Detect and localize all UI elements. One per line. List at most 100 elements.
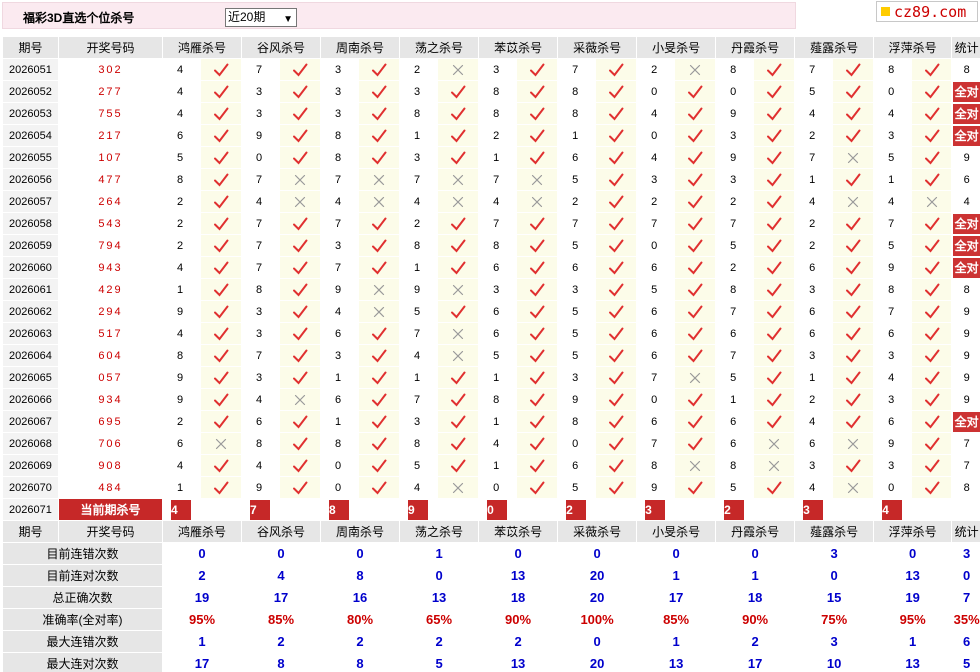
kill-value-cell: 9 xyxy=(873,432,913,455)
kill-value-cell: 6 xyxy=(794,300,834,323)
kill-value-cell: 3 xyxy=(794,454,834,477)
period-select[interactable]: 近20期 ▼ xyxy=(225,8,297,27)
current-kill-cell: 3 xyxy=(794,498,875,521)
kill-value-cell: 3 xyxy=(794,344,834,367)
check-icon xyxy=(687,436,703,452)
check-icon xyxy=(924,128,940,144)
kill-value-cell: 3 xyxy=(478,278,518,301)
result-mark-cell xyxy=(911,146,953,169)
result-mark-cell xyxy=(358,146,401,169)
check-icon xyxy=(292,348,308,364)
result-mark-cell xyxy=(832,212,875,235)
top-bar: 福彩3D直选个位杀号 近20期 ▼ cz89.com xyxy=(0,0,980,33)
kill-value-cell: 2 xyxy=(399,58,439,81)
check-icon xyxy=(924,304,940,320)
result-mark-cell xyxy=(358,476,401,499)
result-mark-cell xyxy=(832,124,875,147)
kill-value-cell: 4 xyxy=(241,454,281,477)
header-expert-8: 丹霞杀号 xyxy=(715,36,796,59)
kill-value-cell: 8 xyxy=(478,102,518,125)
result-mark-cell xyxy=(753,80,796,103)
kill-value-cell: 4 xyxy=(794,476,834,499)
check-icon xyxy=(924,436,940,452)
kill-value-cell: 4 xyxy=(478,190,518,213)
page-title: 福彩3D直选个位杀号 xyxy=(23,11,135,25)
site-logo[interactable]: cz89.com xyxy=(876,1,978,22)
result-mark-cell xyxy=(832,278,875,301)
stats-row: 最大连对次数 17 8 8 5 13 20 13 17 10 13 5 xyxy=(2,652,980,672)
stats-row: 准确率(全对率) 95% 85% 80% 65% 90% 100% 85% 90% 75% 95% 3… xyxy=(2,608,980,631)
result-mark-cell xyxy=(911,344,953,367)
kill-value-cell: 8 xyxy=(636,454,676,477)
check-icon xyxy=(924,282,940,298)
draw-numbers-cell: 695 xyxy=(58,410,163,433)
kill-value-cell: 4 xyxy=(399,190,439,213)
stats-value: 15 xyxy=(794,586,875,609)
kill-value-cell: 7 xyxy=(399,388,439,411)
result-mark-cell xyxy=(595,344,638,367)
stats-value: 17 xyxy=(241,586,322,609)
kill-number-table: 期号 开奖号码 鸿雁杀号 谷风杀号 周南杀号 荡之杀号 苯苡杀号 采薇杀号 小旻… xyxy=(2,36,980,672)
result-mark-cell xyxy=(199,102,243,125)
stats-value: 0 xyxy=(557,542,638,565)
check-icon xyxy=(371,392,387,408)
stats-value: 19 xyxy=(873,586,953,609)
stats-value: 13 xyxy=(873,564,953,587)
kill-value-cell: 7 xyxy=(399,322,439,345)
cross-icon xyxy=(687,370,703,386)
result-mark-cell xyxy=(358,454,401,477)
cross-icon xyxy=(371,304,387,320)
result-mark-cell xyxy=(911,410,953,433)
check-icon xyxy=(924,260,940,276)
chevron-down-icon: ▼ xyxy=(283,14,293,25)
stats-value: 17 xyxy=(715,652,796,672)
kill-value-cell: 4 xyxy=(873,366,913,389)
kill-value-cell: 5 xyxy=(715,476,755,499)
kill-value-cell: 8 xyxy=(399,102,439,125)
result-mark-cell xyxy=(516,300,559,323)
result-mark-cell xyxy=(753,366,796,389)
kill-value-cell: 3 xyxy=(320,234,360,257)
result-mark-cell xyxy=(358,212,401,235)
kill-value-cell: 0 xyxy=(873,476,913,499)
check-icon xyxy=(845,414,861,430)
table-row: 2026069 908 4 4 0 5 1 6 8 8 3 3 7 xyxy=(2,454,980,477)
check-icon xyxy=(529,238,545,254)
stats-value: 5 xyxy=(951,652,980,672)
result-mark-cell xyxy=(753,190,796,213)
check-icon xyxy=(213,458,229,474)
cross-icon xyxy=(371,194,387,210)
result-mark-cell xyxy=(516,102,559,125)
check-icon xyxy=(608,458,624,474)
kill-value-cell: 4 xyxy=(320,190,360,213)
result-mark-cell xyxy=(358,432,401,455)
result-mark-cell xyxy=(753,344,796,367)
result-mark-cell xyxy=(516,476,559,499)
kill-value-cell: 6 xyxy=(162,124,201,147)
table-header-row: 期号 开奖号码 鸿雁杀号 谷风杀号 周南杀号 荡之杀号 苯苡杀号 采薇杀号 小旻… xyxy=(2,36,980,59)
draw-numbers-cell: 429 xyxy=(58,278,163,301)
check-icon xyxy=(371,480,387,496)
result-mark-cell xyxy=(911,366,953,389)
stat-cell: 9 xyxy=(951,388,980,411)
check-icon xyxy=(845,128,861,144)
check-icon xyxy=(766,348,782,364)
kill-value-cell: 7 xyxy=(636,432,676,455)
kill-value-cell: 3 xyxy=(241,366,281,389)
kill-value-cell: 8 xyxy=(873,58,913,81)
stats-value: 90% xyxy=(478,608,559,631)
check-icon xyxy=(529,370,545,386)
check-icon xyxy=(529,414,545,430)
check-icon xyxy=(213,282,229,298)
kill-value-cell: 2 xyxy=(794,388,834,411)
kill-value-cell: 7 xyxy=(557,212,597,235)
table-row: 2026067 695 2 6 1 3 1 8 6 6 4 6 全对 xyxy=(2,410,980,433)
check-icon xyxy=(292,458,308,474)
kill-value-cell: 3 xyxy=(399,410,439,433)
kill-value-cell: 0 xyxy=(557,432,597,455)
current-kill-cell: 9 xyxy=(399,498,480,521)
kill-value-cell: 6 xyxy=(557,256,597,279)
stats-value: 3 xyxy=(794,542,875,565)
kill-value-cell: 3 xyxy=(557,366,597,389)
check-icon xyxy=(450,216,466,232)
